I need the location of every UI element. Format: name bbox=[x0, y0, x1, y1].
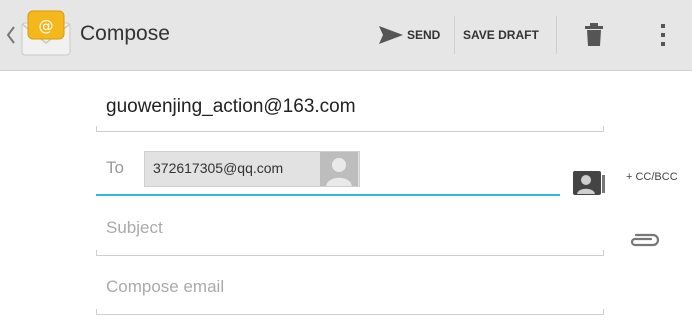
overflow-menu-button[interactable] bbox=[651, 16, 675, 54]
add-contact-button[interactable] bbox=[572, 167, 606, 199]
back-chevron-icon[interactable] bbox=[6, 25, 16, 45]
divider bbox=[454, 16, 455, 54]
send-icon bbox=[379, 26, 403, 44]
cc-bcc-button[interactable]: + CC/BCC bbox=[626, 171, 678, 183]
avatar bbox=[320, 152, 358, 186]
to-label: To bbox=[106, 158, 124, 177]
divider bbox=[96, 309, 97, 314]
to-field-underline[interactable] bbox=[96, 194, 560, 196]
divider bbox=[603, 126, 604, 131]
from-underline bbox=[96, 131, 604, 132]
page-title: Compose bbox=[80, 22, 170, 45]
divider bbox=[556, 16, 557, 54]
paperclip-icon bbox=[630, 233, 660, 247]
subject-underline bbox=[96, 255, 604, 256]
save-draft-label: SAVE DRAFT bbox=[463, 28, 539, 42]
recipient-chip[interactable]: 372617305@qq.com bbox=[144, 151, 360, 187]
action-bar: @ Compose SEND SAVE DRAFT bbox=[0, 0, 692, 71]
contact-photo-icon bbox=[326, 158, 352, 186]
delete-button[interactable] bbox=[578, 16, 610, 54]
overflow-menu-icon bbox=[661, 24, 665, 46]
send-label: SEND bbox=[407, 28, 441, 42]
attach-button[interactable] bbox=[626, 230, 662, 250]
divider bbox=[603, 309, 604, 314]
compose-body-input[interactable]: Compose email bbox=[106, 277, 224, 297]
trash-icon bbox=[585, 23, 603, 46]
from-account[interactable]: guowenjing_action@163.com bbox=[106, 96, 356, 118]
divider bbox=[96, 250, 97, 255]
recipient-address: 372617305@qq.com bbox=[153, 160, 284, 176]
subject-input[interactable]: Subject bbox=[106, 218, 163, 238]
body-underline bbox=[96, 314, 604, 315]
divider bbox=[603, 250, 604, 255]
contact-card-icon bbox=[573, 171, 605, 195]
send-button[interactable]: SEND bbox=[374, 16, 450, 54]
svg-text:@: @ bbox=[39, 17, 54, 35]
save-draft-button[interactable]: SAVE DRAFT bbox=[457, 16, 553, 54]
email-app-icon[interactable]: @ bbox=[19, 9, 73, 57]
divider bbox=[96, 126, 97, 131]
